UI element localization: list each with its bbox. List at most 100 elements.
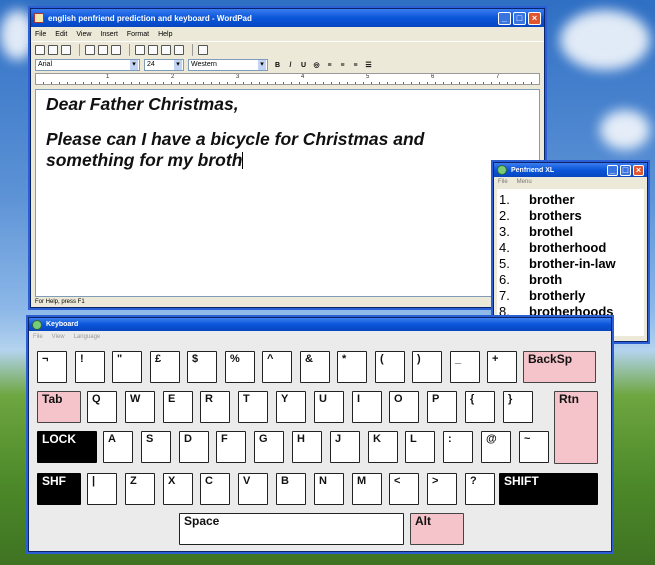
char-key[interactable]: F — [216, 431, 246, 463]
prediction-item[interactable]: 4. brotherhood — [497, 240, 644, 256]
char-key[interactable]: _ — [450, 351, 480, 383]
char-key[interactable]: Z — [125, 473, 155, 505]
script-select[interactable]: Western — [188, 59, 268, 71]
font-size-select[interactable]: 24 — [144, 59, 184, 71]
char-key[interactable]: { — [465, 391, 495, 423]
char-key[interactable]: G — [254, 431, 284, 463]
penfriend-titlebar[interactable]: Penfriend XL _ □ × — [494, 163, 647, 177]
ruler[interactable]: 1 2 3 4 5 6 7 — [35, 73, 540, 85]
char-key[interactable]: * — [337, 351, 367, 383]
char-key[interactable]: ! — [75, 351, 105, 383]
char-key[interactable]: @ — [481, 431, 511, 463]
wordpad-titlebar[interactable]: english penfriend prediction and keyboar… — [31, 9, 544, 27]
char-key[interactable]: E — [163, 391, 193, 423]
char-key[interactable]: | — [87, 473, 117, 505]
space-key[interactable]: Space — [179, 513, 404, 545]
char-key[interactable]: M — [352, 473, 382, 505]
minimize-button[interactable]: _ — [498, 11, 511, 25]
find-icon[interactable] — [111, 44, 121, 55]
char-key[interactable]: B — [276, 473, 306, 505]
close-button[interactable]: × — [633, 164, 644, 176]
insert-datetime-icon[interactable] — [198, 44, 208, 55]
italic-button[interactable]: / — [285, 60, 296, 71]
char-key[interactable]: T — [238, 391, 268, 423]
shift-left-key[interactable]: SHF — [37, 473, 81, 505]
char-key[interactable]: ¬ — [37, 351, 67, 383]
menu-view[interactable]: View — [76, 31, 91, 38]
menu-view[interactable]: View — [52, 334, 65, 340]
print-icon[interactable] — [85, 44, 95, 55]
char-key[interactable]: & — [300, 351, 330, 383]
menu-menu[interactable]: Menu — [517, 179, 532, 185]
shift-right-key[interactable]: SHIFT — [499, 473, 598, 505]
open-icon[interactable] — [48, 44, 58, 55]
char-key[interactable]: H — [292, 431, 322, 463]
menu-file[interactable]: File — [498, 179, 508, 185]
new-icon[interactable] — [35, 44, 45, 55]
align-right-button[interactable]: ≡ — [350, 60, 361, 71]
underline-button[interactable]: U — [298, 60, 309, 71]
char-key[interactable]: L — [405, 431, 435, 463]
close-button[interactable]: × — [528, 11, 541, 25]
char-key[interactable]: P — [427, 391, 457, 423]
char-key[interactable]: N — [314, 473, 344, 505]
char-key[interactable]: < — [389, 473, 419, 505]
char-key[interactable]: X — [163, 473, 193, 505]
char-key[interactable]: U — [314, 391, 344, 423]
char-key[interactable]: Q — [87, 391, 117, 423]
prediction-item[interactable]: 3. brothel — [497, 224, 644, 240]
prediction-item[interactable]: 7. brotherly — [497, 288, 644, 304]
char-key[interactable]: } — [503, 391, 533, 423]
char-key[interactable]: ^ — [262, 351, 292, 383]
align-left-button[interactable]: ≡ — [324, 60, 335, 71]
bold-button[interactable]: B — [272, 60, 283, 71]
minimize-button[interactable]: _ — [607, 164, 618, 176]
char-key[interactable]: V — [238, 473, 268, 505]
char-key[interactable]: ~ — [519, 431, 549, 463]
cut-icon[interactable] — [135, 44, 145, 55]
prediction-item[interactable]: 5. brother-in-law — [497, 256, 644, 272]
char-key[interactable]: W — [125, 391, 155, 423]
char-key[interactable]: D — [179, 431, 209, 463]
char-key[interactable]: Y — [276, 391, 306, 423]
char-key[interactable]: + — [487, 351, 517, 383]
menu-help[interactable]: Help — [158, 31, 172, 38]
color-button[interactable]: ◎ — [311, 60, 322, 71]
char-key[interactable]: C — [200, 473, 230, 505]
char-key[interactable]: ? — [465, 473, 495, 505]
print-preview-icon[interactable] — [98, 44, 108, 55]
char-key[interactable]: £ — [150, 351, 180, 383]
menu-file[interactable]: File — [35, 31, 46, 38]
char-key[interactable]: S — [141, 431, 171, 463]
save-icon[interactable] — [61, 44, 71, 55]
prediction-item[interactable]: 1. brother — [497, 192, 644, 208]
char-key[interactable]: ( — [375, 351, 405, 383]
menu-edit[interactable]: Edit — [55, 31, 67, 38]
char-key[interactable]: ) — [412, 351, 442, 383]
undo-icon[interactable] — [174, 44, 184, 55]
char-key[interactable]: % — [225, 351, 255, 383]
maximize-button[interactable]: □ — [620, 164, 631, 176]
tab-key[interactable]: Tab — [37, 391, 81, 423]
bullets-button[interactable]: ☰ — [363, 60, 374, 71]
char-key[interactable]: I — [352, 391, 382, 423]
font-name-select[interactable]: Arial — [35, 59, 140, 71]
char-key[interactable]: : — [443, 431, 473, 463]
prediction-item[interactable]: 2. brothers — [497, 208, 644, 224]
prediction-item[interactable]: 6. broth — [497, 272, 644, 288]
char-key[interactable]: A — [103, 431, 133, 463]
alt-key[interactable]: Alt — [410, 513, 464, 545]
keyboard-titlebar[interactable]: Keyboard — [29, 318, 611, 331]
document-area[interactable]: Dear Father Christmas, Please can I have… — [35, 89, 540, 297]
char-key[interactable]: $ — [187, 351, 217, 383]
char-key[interactable]: J — [330, 431, 360, 463]
maximize-button[interactable]: □ — [513, 11, 526, 25]
align-center-button[interactable]: ≡ — [337, 60, 348, 71]
backspace-key[interactable]: BackSp — [523, 351, 596, 383]
char-key[interactable]: > — [427, 473, 457, 505]
menu-insert[interactable]: Insert — [100, 31, 118, 38]
paste-icon[interactable] — [161, 44, 171, 55]
caps-lock-key[interactable]: LOCK — [37, 431, 97, 463]
menu-format[interactable]: Format — [127, 31, 149, 38]
char-key[interactable]: " — [112, 351, 142, 383]
